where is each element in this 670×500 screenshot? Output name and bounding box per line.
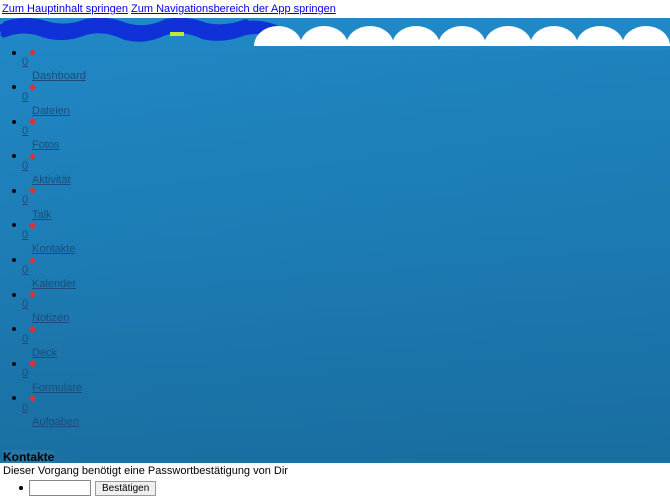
nav-count: 0 (22, 90, 670, 104)
nav-item-talk[interactable]: 0 Talk (22, 193, 670, 222)
nav-label: Kalender (22, 277, 670, 291)
nav-label: Dashboard (22, 69, 670, 83)
skip-main-content-link[interactable]: Zum Hauptinhalt springen (2, 3, 128, 15)
nav-item-aktivitaet[interactable]: 0 Aktivität (22, 159, 670, 188)
nav-label: Fotos (22, 138, 670, 152)
nav-label: Notizen (22, 311, 670, 325)
page-title: Kontakte (3, 450, 54, 464)
nav-item-fotos[interactable]: 0 Fotos (22, 124, 670, 153)
nav-item-kalender[interactable]: 0 Kalender (22, 263, 670, 292)
password-confirm-panel: Dieser Vorgang benötigt eine Passwortbes… (0, 463, 670, 500)
nav-item-dateien[interactable]: 0 Dateien (22, 90, 670, 119)
header-waves-decoration (256, 26, 670, 46)
nav-item-deck[interactable]: 0 Deck (22, 332, 670, 361)
nav-label: Deck (22, 346, 670, 360)
nav-count: 0 (22, 228, 670, 242)
confirm-message: Dieser Vorgang benötigt eine Passwortbes… (3, 465, 667, 477)
nav-count: 0 (22, 401, 670, 415)
skip-links: Zum Hauptinhalt springen Zum Navigations… (0, 0, 670, 18)
nav-item-formulare[interactable]: 0 Formulare (22, 366, 670, 395)
logo-scribble (0, 18, 280, 46)
nav-count: 0 (22, 297, 670, 311)
nav-item-kontakte[interactable]: 0 Kontakte (22, 228, 670, 257)
nav-label: Kontakte (22, 242, 670, 256)
skip-app-nav-link[interactable]: Zum Navigationsbereich der App springen (131, 3, 336, 15)
nav-label: Dateien (22, 104, 670, 118)
app-nav-list: 0 Dashboard 0 Dateien 0 Fotos 0 Aktivitä… (0, 46, 670, 430)
nav-label: Talk (22, 208, 670, 222)
nav-label: Formulare (22, 381, 670, 395)
nav-count: 0 (22, 159, 670, 173)
nav-item-dashboard[interactable]: 0 Dashboard (22, 55, 670, 84)
list-bullet-icon (19, 486, 23, 490)
nav-count: 0 (22, 193, 670, 207)
nav-count: 0 (22, 55, 670, 69)
nav-label: Aufgaben (22, 415, 670, 429)
header-bar (0, 18, 670, 46)
password-input[interactable] (29, 480, 91, 496)
nav-count: 0 (22, 332, 670, 346)
nav-count: 0 (22, 124, 670, 138)
nav-count: 0 (22, 366, 670, 380)
confirm-button[interactable]: Bestätigen (95, 481, 156, 496)
nav-item-aufgaben[interactable]: 0 Aufgaben (22, 401, 670, 430)
nav-item-notizen[interactable]: 0 Notizen (22, 297, 670, 326)
nav-label: Aktivität (22, 173, 670, 187)
nav-count: 0 (22, 263, 670, 277)
